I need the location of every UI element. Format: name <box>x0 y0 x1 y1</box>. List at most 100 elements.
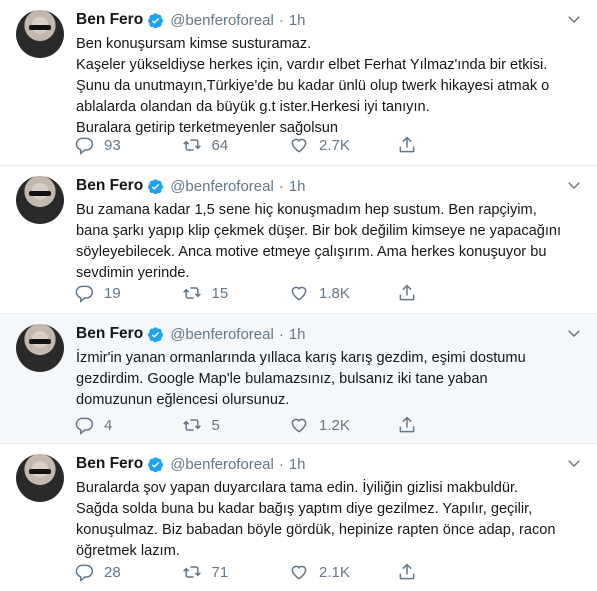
author-handle[interactable]: @benferoforeal <box>170 456 274 473</box>
retweet-count: 71 <box>211 563 229 581</box>
tweet-text-line: İzmir'in yanan ormanlarında yıllaca karı… <box>76 350 526 366</box>
tweet-header: Ben Fero @benferoforeal · 1h <box>76 10 306 30</box>
retweet-button[interactable]: 15 <box>182 283 290 303</box>
verified-badge-icon <box>148 12 164 28</box>
tweet-actions: 93 64 2.7K <box>74 134 504 156</box>
author-name[interactable]: Ben Fero <box>76 177 143 195</box>
tweet-actions: 19 15 1.8K <box>74 282 504 304</box>
share-button[interactable] <box>397 415 505 435</box>
tweet-timestamp[interactable]: 1h <box>289 326 306 343</box>
tweet[interactable]: Ben Fero @benferoforeal · 1h Bu zamana k… <box>0 166 597 314</box>
reply-icon <box>75 564 94 582</box>
reply-count: 4 <box>104 416 113 434</box>
retweet-count: 64 <box>211 136 229 154</box>
share-button[interactable] <box>397 135 505 155</box>
tweet-feed: Ben Fero @benferoforeal · 1h Ben konuşur… <box>0 0 597 591</box>
like-count: 1.8K <box>319 284 350 302</box>
author-name[interactable]: Ben Fero <box>76 11 143 29</box>
tweet-text-line: bana şarkı yapıp klip çekmek düşer. Bir … <box>76 223 562 239</box>
tweet-header: Ben Fero @benferoforeal · 1h <box>76 454 306 474</box>
tweet[interactable]: Ben Fero @benferoforeal · 1h İzmir'in ya… <box>0 314 597 444</box>
separator-dot: · <box>278 11 284 29</box>
caret-down-icon[interactable] <box>565 454 583 472</box>
tweet[interactable]: Ben Fero @benferoforeal · 1h Buralarda ş… <box>0 444 597 591</box>
caret-down-icon[interactable] <box>565 176 583 194</box>
like-button[interactable]: 2.7K <box>289 135 397 155</box>
tweet-text-line: Sağda solda buna bu kadar bağış yaptım d… <box>76 501 533 517</box>
reply-icon <box>75 417 94 435</box>
tweet[interactable]: Ben Fero @benferoforeal · 1h Ben konuşur… <box>0 0 597 166</box>
retweet-icon <box>182 566 201 578</box>
author-handle[interactable]: @benferoforeal <box>170 12 274 29</box>
reply-icon <box>75 137 94 155</box>
caret-down-icon[interactable] <box>565 324 583 342</box>
author-name[interactable]: Ben Fero <box>76 325 143 343</box>
tweet-timestamp[interactable]: 1h <box>289 12 306 29</box>
retweet-button[interactable]: 64 <box>182 135 290 155</box>
tweet-text-line: ablalarda olandan da büyük g.t ister.Her… <box>76 99 430 115</box>
like-count: 2.1K <box>319 563 350 581</box>
tweet-text-line: öğretmek lazım. <box>76 543 180 559</box>
tweet-text-line: Ben konuşursam kimse susturamaz. <box>76 36 312 52</box>
verified-badge-icon <box>148 178 164 194</box>
like-count: 2.7K <box>319 136 350 154</box>
reply-button[interactable]: 93 <box>74 135 182 155</box>
share-icon <box>399 416 414 433</box>
retweet-icon <box>182 287 201 299</box>
retweet-count: 5 <box>211 416 220 434</box>
like-icon <box>291 418 307 433</box>
like-icon <box>291 286 307 301</box>
author-name[interactable]: Ben Fero <box>76 455 143 473</box>
retweet-count: 15 <box>211 284 229 302</box>
tweet-header: Ben Fero @benferoforeal · 1h <box>76 176 306 196</box>
share-icon <box>399 284 414 301</box>
share-button[interactable] <box>397 283 505 303</box>
retweet-icon <box>182 139 201 151</box>
tweet-actions: 28 71 2.1K <box>74 561 504 583</box>
avatar[interactable] <box>16 324 64 372</box>
tweet-text: Bu zamana kadar 1,5 sene hiç konuşmadım … <box>76 200 588 284</box>
tweet-text-line: sevdimin yerinde. <box>76 265 190 281</box>
tweet-text-line: gezdirdim. Google Map'le bulamazsınız, b… <box>76 371 488 387</box>
tweet-timestamp[interactable]: 1h <box>289 456 306 473</box>
retweet-button[interactable]: 5 <box>182 415 290 435</box>
tweet-actions: 4 5 1.2K <box>74 414 504 436</box>
tweet-text: Ben konuşursam kimse susturamaz. Kaşeler… <box>76 34 588 139</box>
reply-icon <box>75 285 94 303</box>
share-icon <box>399 136 414 153</box>
reply-count: 93 <box>104 136 121 154</box>
tweet-timestamp[interactable]: 1h <box>289 178 306 195</box>
separator-dot: · <box>278 325 284 343</box>
reply-count: 28 <box>104 563 121 581</box>
reply-button[interactable]: 19 <box>74 283 182 303</box>
verified-badge-icon <box>148 326 164 342</box>
tweet-text-line: konuşulmaz. Biz babadan böyle gördük, he… <box>76 522 556 538</box>
tweet-text: Buralarda şov yapan duyarcılara tama edi… <box>76 478 588 562</box>
verified-badge-icon <box>148 456 164 472</box>
like-button[interactable]: 2.1K <box>289 562 397 582</box>
avatar[interactable] <box>16 454 64 502</box>
separator-dot: · <box>278 177 284 195</box>
like-icon <box>291 138 307 153</box>
author-handle[interactable]: @benferoforeal <box>170 326 274 343</box>
tweet-text-line: Şunu da unutmayın,Türkiye'de bu kadar ün… <box>76 78 550 94</box>
like-button[interactable]: 1.2K <box>289 415 397 435</box>
avatar[interactable] <box>16 10 64 58</box>
like-count: 1.2K <box>319 416 350 434</box>
reply-button[interactable]: 28 <box>74 562 182 582</box>
retweet-button[interactable]: 71 <box>182 562 290 582</box>
retweet-icon <box>182 419 201 431</box>
reply-count: 19 <box>104 284 121 302</box>
tweet-text-line: Kaşeler yükseldiyse herkes için, vardır … <box>76 57 548 73</box>
share-icon <box>399 563 414 580</box>
author-handle[interactable]: @benferoforeal <box>170 178 274 195</box>
like-icon <box>291 565 307 580</box>
caret-down-icon[interactable] <box>565 10 583 28</box>
reply-button[interactable]: 4 <box>74 415 182 435</box>
like-button[interactable]: 1.8K <box>289 283 397 303</box>
tweet-header: Ben Fero @benferoforeal · 1h <box>76 324 306 344</box>
tweet-text-line: Buralarda şov yapan duyarcılara tama edi… <box>76 480 519 496</box>
avatar[interactable] <box>16 176 64 224</box>
tweet-text-line: Bu zamana kadar 1,5 sene hiç konuşmadım … <box>76 202 537 218</box>
share-button[interactable] <box>397 562 505 582</box>
